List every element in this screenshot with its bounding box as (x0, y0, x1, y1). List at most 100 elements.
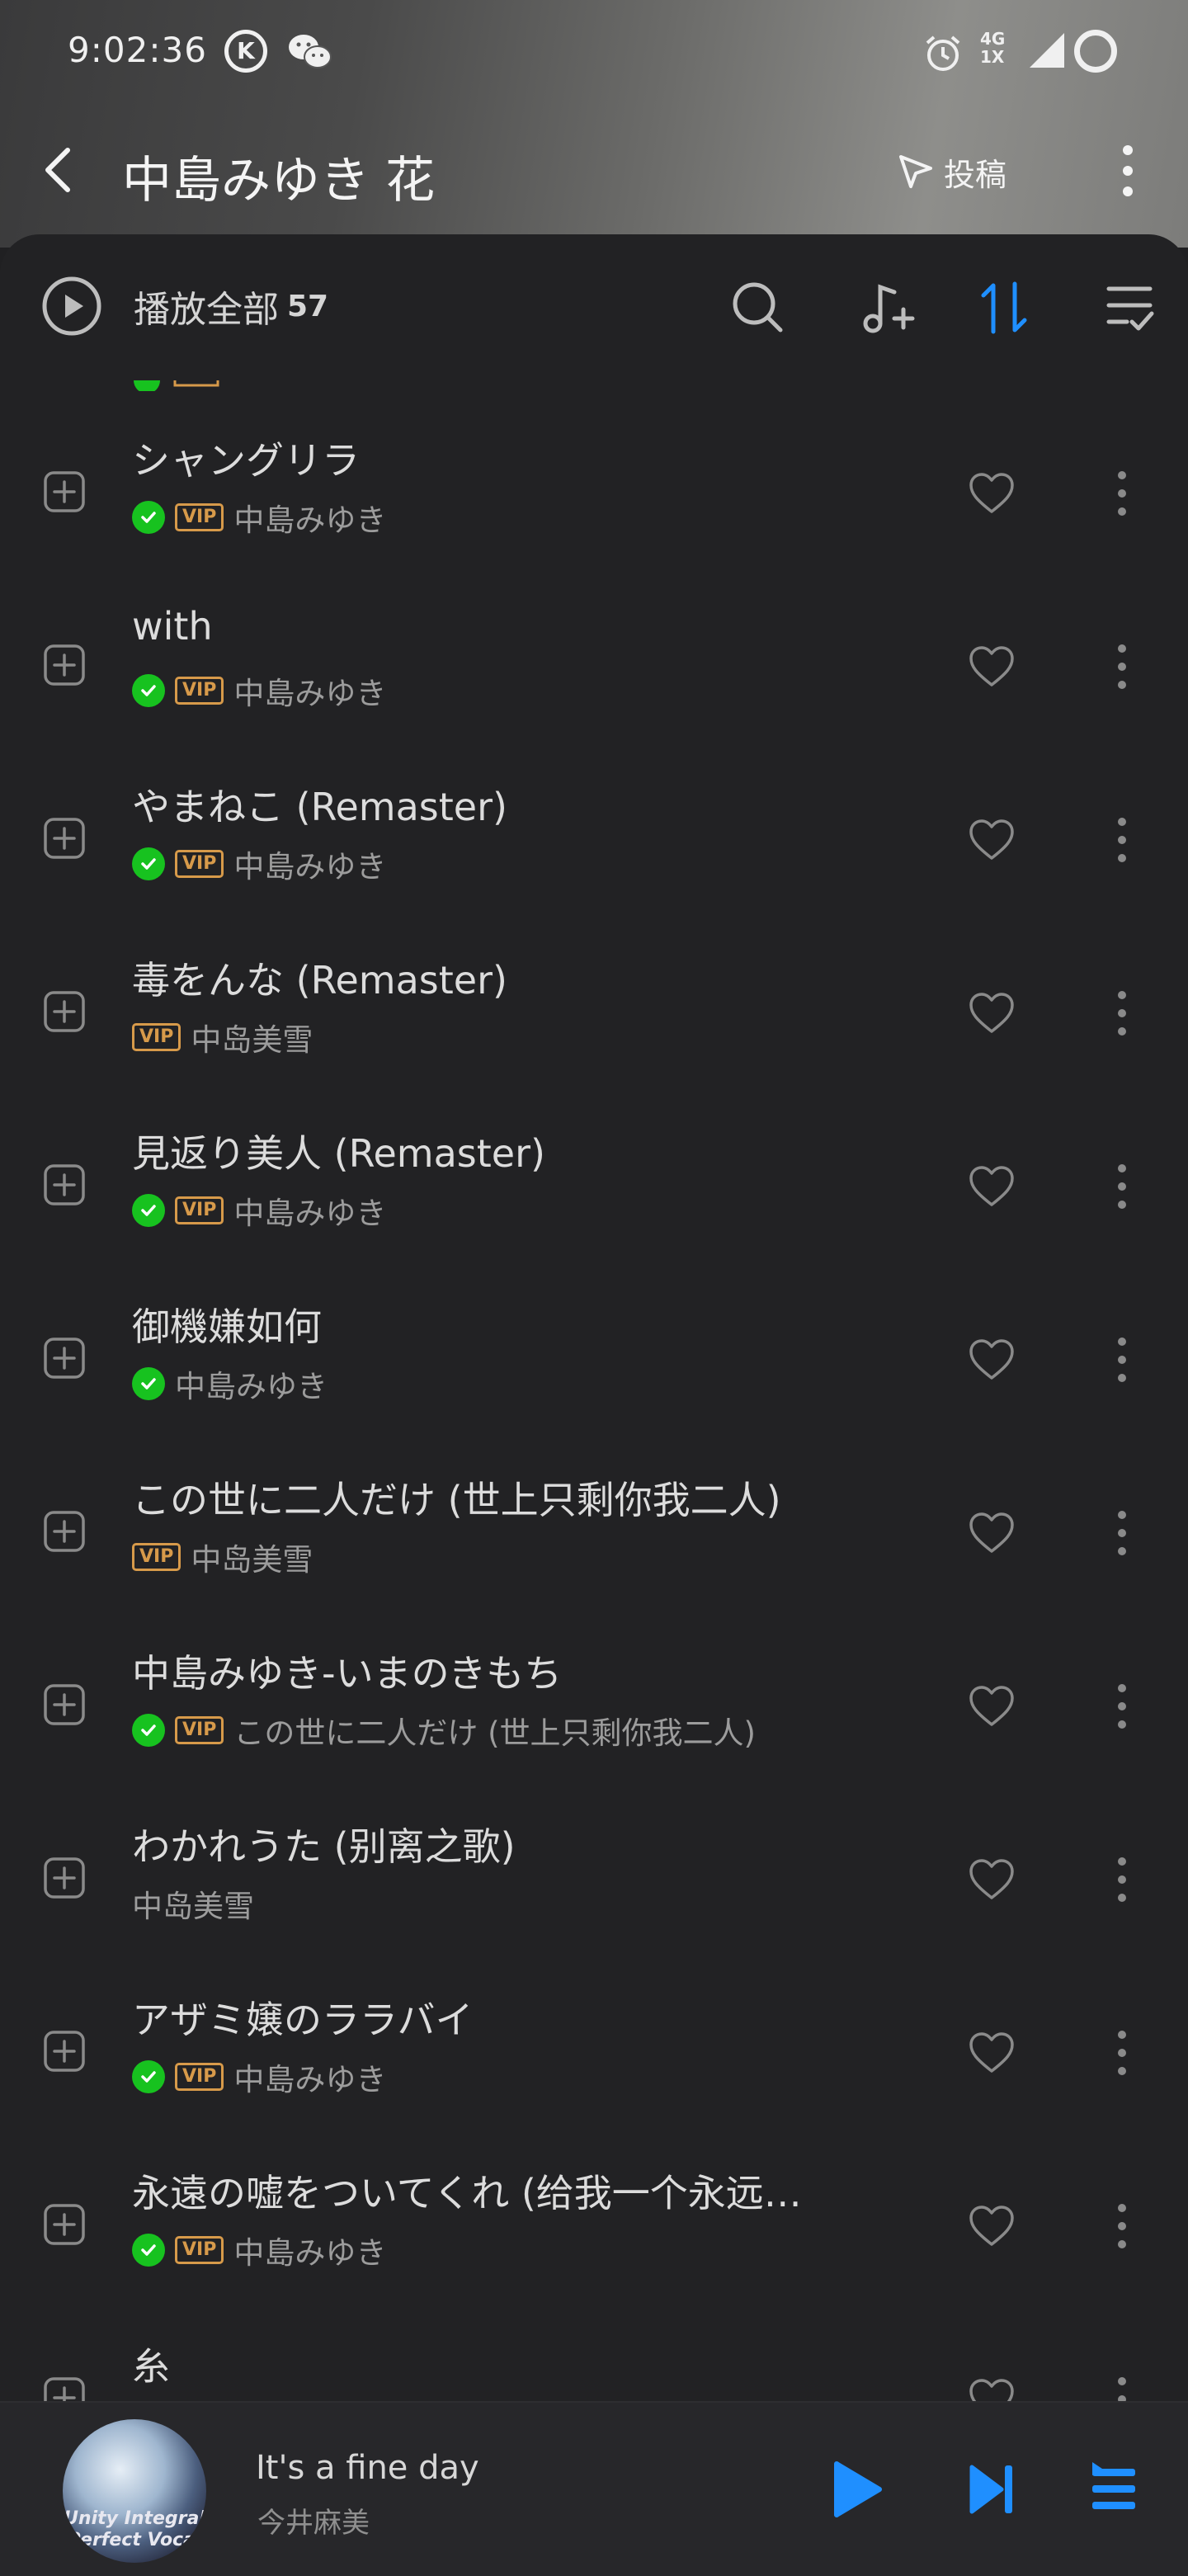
song-more-icon[interactable] (1114, 2201, 1130, 2251)
alarm-icon (922, 33, 964, 78)
like-heart-icon[interactable] (969, 819, 1015, 861)
song-artist: 中島みゆき (233, 2235, 387, 2271)
partially-hidden-row (132, 380, 297, 391)
add-to-playlist-icon[interactable] (43, 1857, 86, 1899)
like-heart-icon[interactable] (969, 1338, 1015, 1381)
song-more-icon[interactable] (1114, 642, 1130, 691)
song-subtitle: VIP 中岛美雪 (132, 1535, 313, 1579)
song-title: 糸 (132, 2344, 170, 2389)
song-more-icon[interactable] (1114, 1162, 1130, 1211)
vip-badge: VIP (175, 850, 224, 878)
song-more-icon[interactable] (1114, 2028, 1130, 2078)
search-icon[interactable] (731, 281, 785, 338)
add-music-icon[interactable] (861, 281, 916, 338)
song-artist: 中岛美雪 (191, 1542, 314, 1578)
song-more-icon[interactable] (1114, 469, 1130, 518)
song-count: 57 (287, 289, 329, 323)
play-button[interactable] (828, 2459, 886, 2523)
song-row[interactable]: この世に二人だけ (世上只剩你我二人) VIP 中岛美雪 (0, 1447, 1188, 1621)
song-more-icon[interactable] (1114, 1855, 1130, 1904)
like-heart-icon[interactable] (969, 1685, 1015, 1728)
song-more-icon[interactable] (1114, 988, 1130, 1038)
like-heart-icon[interactable] (969, 472, 1015, 515)
song-list-panel: 播放全部 57 シャングリラ VIP 中島みゆき with VIP 中島みゆき … (0, 234, 1188, 2574)
song-title: 御機嫌如何 (132, 1305, 322, 1349)
song-row[interactable]: アザミ嬢のララバイ VIP 中島みゆき (0, 1967, 1188, 2140)
song-subtitle: VIP 中島みゆき (132, 842, 386, 886)
song-subtitle: VIP 中島みゆき (132, 2055, 386, 2099)
song-title: シャングリラ (132, 438, 360, 483)
battery-icon (1074, 30, 1117, 73)
add-to-playlist-icon[interactable] (43, 644, 86, 686)
vip-badge: VIP (175, 503, 224, 531)
album-cover[interactable]: Unity Integral Perfect Vocal (63, 2419, 206, 2563)
play-all-button[interactable]: 播放全部 57 (41, 276, 328, 337)
add-to-playlist-icon[interactable] (43, 990, 86, 1033)
list-toolbar: 播放全部 57 (0, 234, 1188, 380)
song-title: 見返り美人 (Remaster) (132, 1131, 545, 1176)
song-artist: 中島みゆき (175, 1369, 328, 1404)
song-more-icon[interactable] (1114, 815, 1130, 865)
song-title: with (132, 604, 213, 649)
vip-badge: VIP (132, 1023, 182, 1051)
like-heart-icon[interactable] (969, 2031, 1015, 2074)
add-to-playlist-icon[interactable] (43, 1510, 86, 1553)
multi-select-icon[interactable] (1106, 281, 1157, 338)
add-to-playlist-icon[interactable] (43, 1683, 86, 1726)
song-row[interactable]: 毒をんな (Remaster) VIP 中岛美雪 (0, 927, 1188, 1101)
like-heart-icon[interactable] (969, 1165, 1015, 1208)
song-artist: 中島みゆき (233, 849, 387, 885)
add-to-playlist-icon[interactable] (43, 470, 86, 513)
submit-button[interactable]: 投稿 (896, 149, 1006, 195)
verified-check-icon (132, 674, 165, 707)
song-title: 中島みゆき-いまのきもち (132, 1651, 563, 1696)
sort-icon[interactable] (978, 281, 1030, 338)
song-row[interactable]: シャングリラ VIP 中島みゆき (0, 408, 1188, 581)
song-title: 毒をんな (Remaster) (132, 958, 507, 1003)
song-artist: 中島みゆき (233, 2062, 387, 2097)
song-row[interactable]: 永遠の嘘をついてくれ (给我一个永远… VIP 中島みゆき (0, 2140, 1188, 2314)
song-row[interactable]: with VIP 中島みゆき (0, 581, 1188, 754)
song-subtitle: VIP 中岛美雪 (132, 1015, 313, 1059)
song-row[interactable]: 見返り美人 (Remaster) VIP 中島みゆき (0, 1101, 1188, 1274)
song-subtitle: VIP 中島みゆき (132, 1188, 386, 1233)
verified-check-icon (132, 2234, 165, 2267)
mini-player[interactable]: Unity Integral Perfect Vocal It's a fine… (0, 2401, 1188, 2576)
song-title: やまねこ (Remaster) (132, 785, 507, 829)
more-menu-icon[interactable] (1115, 142, 1140, 203)
now-playing-artist: 今井麻美 (257, 2507, 370, 2540)
page-title: 中島みゆき 花 (122, 152, 436, 210)
verified-check-icon (132, 501, 165, 534)
song-row[interactable]: 中島みゆき-いまのきもち VIP この世に二人だけ (世上只剩你我二人) (0, 1621, 1188, 1794)
song-title: 永遠の嘘をついてくれ (给我一个永远… (132, 2171, 802, 2215)
add-to-playlist-icon[interactable] (43, 2030, 86, 2073)
add-to-playlist-icon[interactable] (43, 2203, 86, 2246)
song-row[interactable]: 御機嫌如何中島みゆき (0, 1274, 1188, 1447)
back-icon[interactable] (38, 145, 79, 198)
song-more-icon[interactable] (1114, 1508, 1130, 1558)
like-heart-icon[interactable] (969, 2205, 1015, 2248)
add-to-playlist-icon[interactable] (43, 1337, 86, 1380)
song-artist: 中島みゆき (233, 502, 387, 538)
verified-check-icon (132, 2060, 165, 2093)
like-heart-icon[interactable] (969, 1512, 1015, 1555)
next-track-button[interactable] (967, 2459, 1016, 2523)
add-to-playlist-icon[interactable] (43, 1163, 86, 1206)
add-to-playlist-icon[interactable] (43, 817, 86, 860)
song-row[interactable]: やまねこ (Remaster) VIP 中島みゆき (0, 754, 1188, 927)
song-row[interactable]: わかれうた (别离之歌) 中岛美雪 (0, 1794, 1188, 1967)
like-heart-icon[interactable] (969, 645, 1015, 688)
k-app-icon: K (224, 30, 267, 73)
song-more-icon[interactable] (1114, 1335, 1130, 1385)
cover-art-text: Unity Integral Perfect Vocal (64, 2508, 205, 2550)
song-subtitle: VIP 中島みゆき (132, 495, 386, 540)
vip-badge: VIP (175, 2236, 224, 2264)
playlist-queue-button[interactable] (1091, 2459, 1137, 2523)
like-heart-icon[interactable] (969, 992, 1015, 1035)
status-bar: 9:02:36 K 4G 1X (0, 0, 1188, 107)
like-heart-icon[interactable] (969, 1858, 1015, 1901)
now-playing-title: It's a fine day (256, 2449, 479, 2487)
vip-badge: VIP (132, 1543, 182, 1571)
song-more-icon[interactable] (1114, 1682, 1130, 1731)
vip-badge: VIP (175, 2063, 224, 2091)
